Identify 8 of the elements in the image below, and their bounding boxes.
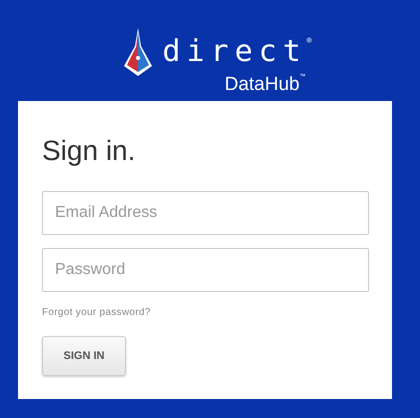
forgot-password-link[interactable]: Forgot your password? — [42, 307, 151, 318]
input-field[interactable]: Email Address — [42, 191, 369, 235]
compass-star-icon — [124, 28, 152, 76]
input-field[interactable]: Password — [42, 248, 369, 292]
form-title: Sign in. — [42, 135, 136, 167]
sign-in-button[interactable]: SIGN IN — [42, 336, 126, 376]
logo-wordmark: direct$^{®}$ — [162, 33, 312, 67]
logo-subtitle: DataHub$^{™}$ — [224, 72, 306, 95]
